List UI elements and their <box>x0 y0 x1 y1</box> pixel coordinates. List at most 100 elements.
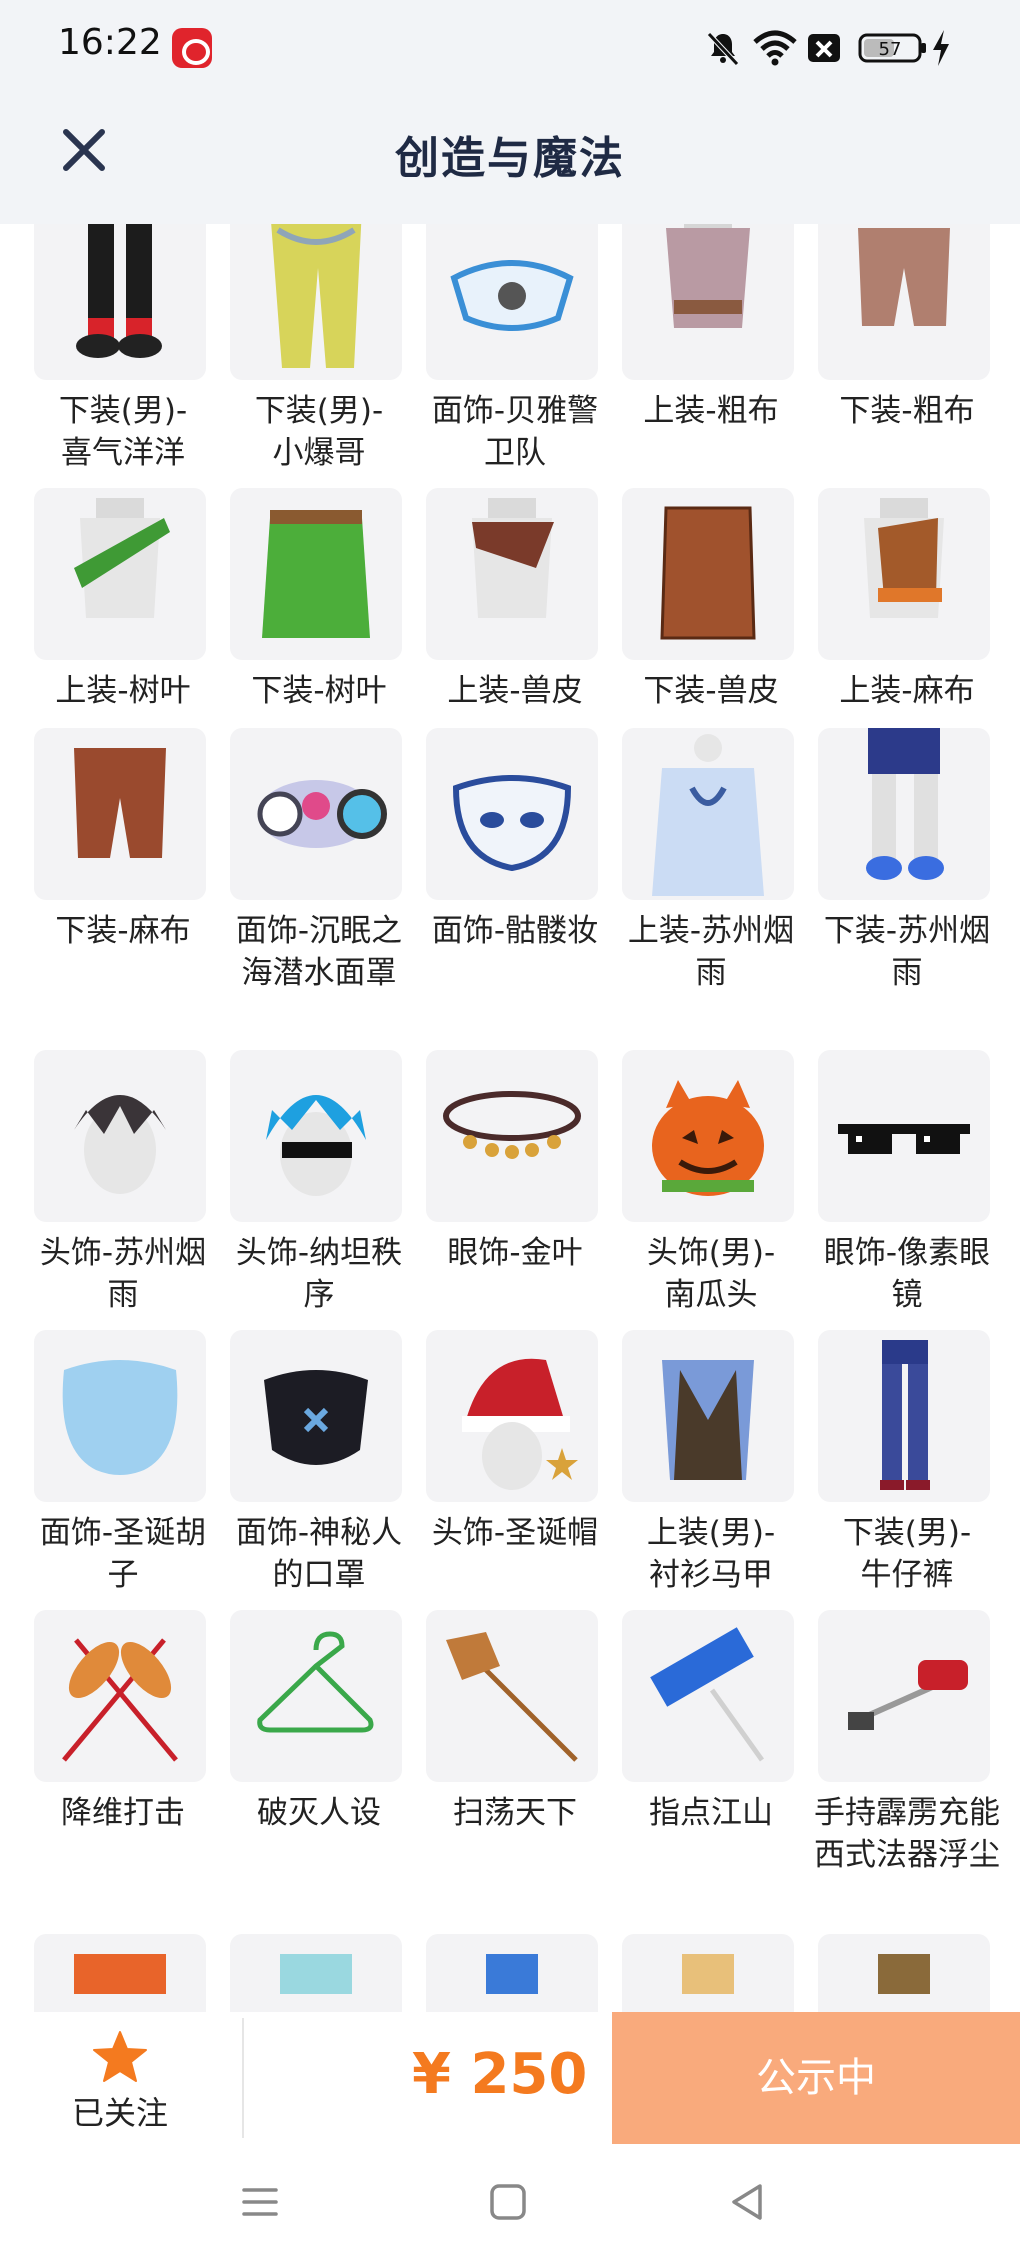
item-image <box>34 1610 206 1782</box>
header: 创造与魔法 <box>0 96 1020 224</box>
item-label: 破灭人设 <box>257 1795 381 1831</box>
follow-button[interactable]: 已关注 <box>0 2012 240 2144</box>
item-image <box>230 728 402 900</box>
item-image <box>34 488 206 660</box>
hair-dark-icon <box>74 1095 166 1194</box>
skull-mask-icon <box>452 775 572 872</box>
item-label: 头饰-圣诞帽 <box>431 1515 599 1551</box>
item-label: 下装-麻布 <box>55 913 191 949</box>
santa-hat-icon <box>462 1358 578 1490</box>
item-label: 面饰-沉眠之 海潜水面罩 <box>235 913 403 991</box>
page-title: 创造与魔法 <box>395 133 625 184</box>
item-image <box>622 1934 794 2012</box>
item-image <box>34 1330 206 1502</box>
pixel-glasses-icon <box>838 1124 970 1154</box>
item-label: 上装-苏州烟雨 <box>627 913 795 991</box>
item-image <box>426 1610 598 1782</box>
crossed-dusters-icon <box>62 1638 178 1762</box>
partial-gold-icon <box>682 1954 734 1994</box>
item-label: 眼饰-金叶 <box>447 1235 583 1271</box>
item-image <box>622 1050 794 1222</box>
item-image <box>230 488 402 660</box>
price-label: ¥ 250 <box>412 2042 588 2107</box>
item-label: 上装-粗布 <box>643 393 779 429</box>
broom-icon <box>446 1632 578 1762</box>
battery-icon: 57 <box>858 33 926 63</box>
item-image <box>426 488 598 660</box>
system-nav-bar <box>0 2144 1020 2267</box>
status-bar: 16:22 57 <box>0 0 1020 96</box>
divider <box>242 2018 244 2138</box>
item-image <box>622 1330 794 1502</box>
item-image <box>622 1610 794 1782</box>
follow-label: 已关注 <box>71 2094 168 2132</box>
item-label: 下装-苏州烟雨 <box>823 913 991 991</box>
home-icon[interactable] <box>486 2180 530 2224</box>
item-label: 上装(男)- 衬衫马甲 <box>646 1515 776 1593</box>
item-label: 下装(男)- 小爆哥 <box>254 393 384 471</box>
item-label: 下装-树叶 <box>251 673 387 709</box>
item-image <box>34 1050 206 1222</box>
item-image <box>818 224 990 380</box>
item-label: 眼饰-像素眼镜 <box>823 1235 991 1313</box>
top-leaf-icon <box>74 498 170 618</box>
item-label: 头饰(男)- 南瓜头 <box>646 1235 776 1313</box>
item-label: 下装(男)- 牛仔裤 <box>842 1515 972 1593</box>
star-icon <box>93 2031 147 2082</box>
item-image <box>230 1050 402 1222</box>
status-time: 16:22 <box>58 22 162 63</box>
item-label: 下装(男)- 喜气洋洋 <box>58 393 188 471</box>
partial-brown-icon <box>878 1954 930 1994</box>
pants-yellow-icon <box>271 224 362 368</box>
item-image <box>622 488 794 660</box>
item-image <box>230 1330 402 1502</box>
back-icon[interactable] <box>726 2180 770 2224</box>
wifi-icon <box>753 30 797 66</box>
item-image <box>34 1934 206 2012</box>
partial-blue-icon <box>486 1954 538 1994</box>
shorts-linen-icon <box>858 228 950 326</box>
bottom-action-bar: 已关注 ¥ 250 公示中 <box>0 2012 1020 2144</box>
sign-pole-icon <box>650 1627 765 1762</box>
beard-blue-icon <box>62 1360 178 1475</box>
jeans-icon <box>880 1340 930 1490</box>
item-label: 上装-麻布 <box>839 673 975 709</box>
pants-black-red-icon <box>76 224 162 358</box>
item-image <box>818 1934 990 2012</box>
item-image <box>230 1610 402 1782</box>
dive-mask-icon <box>257 780 387 848</box>
top-hemp-icon <box>864 498 944 618</box>
face-mask-blue-icon <box>450 260 574 331</box>
item-image <box>622 728 794 900</box>
headband-gold-icon <box>443 1091 581 1159</box>
partial-orange-icon <box>74 1954 166 1994</box>
svg-text:57: 57 <box>879 39 902 60</box>
item-image <box>426 1330 598 1502</box>
item-label: 头饰-苏州烟雨 <box>39 1235 207 1313</box>
item-image <box>34 728 206 900</box>
top-hide-icon <box>472 498 554 618</box>
item-label: 面饰-贝雅警 卫队 <box>431 393 599 471</box>
skirt-hide-icon <box>660 506 756 640</box>
item-label: 面饰-圣诞胡子 <box>39 1515 207 1593</box>
item-image <box>426 728 598 900</box>
app-notification-icon <box>172 28 212 68</box>
item-grid: 下装(男)- 喜气洋洋 下装(男)- 小爆哥 面饰-贝雅警 卫队 上装-粗布 下装-粗布 上装-… <box>0 224 1020 2012</box>
item-label: 面饰-神秘人 的口罩 <box>235 1515 403 1593</box>
item-image <box>230 224 402 380</box>
item-label: 面饰-骷髅妆 <box>431 913 599 949</box>
item-image <box>622 224 794 380</box>
menu-icon[interactable] <box>238 2180 282 2224</box>
charging-icon <box>933 30 949 66</box>
item-label: 上装-树叶 <box>55 673 191 709</box>
item-label: 手持霹雳充能 西式法器浮尘 <box>814 1795 1000 1873</box>
item-image <box>818 1330 990 1502</box>
item-label: 头饰-纳坦秩序 <box>235 1235 403 1313</box>
publicity-button[interactable]: 公示中 <box>612 2012 1020 2144</box>
mute-bell-icon <box>707 32 739 66</box>
vacuum-icon <box>848 1660 968 1730</box>
item-label: 指点江山 <box>649 1795 773 1831</box>
item-image <box>426 1050 598 1222</box>
item-label: 扫荡天下 <box>453 1795 577 1831</box>
item-label: 上装-兽皮 <box>447 673 583 709</box>
